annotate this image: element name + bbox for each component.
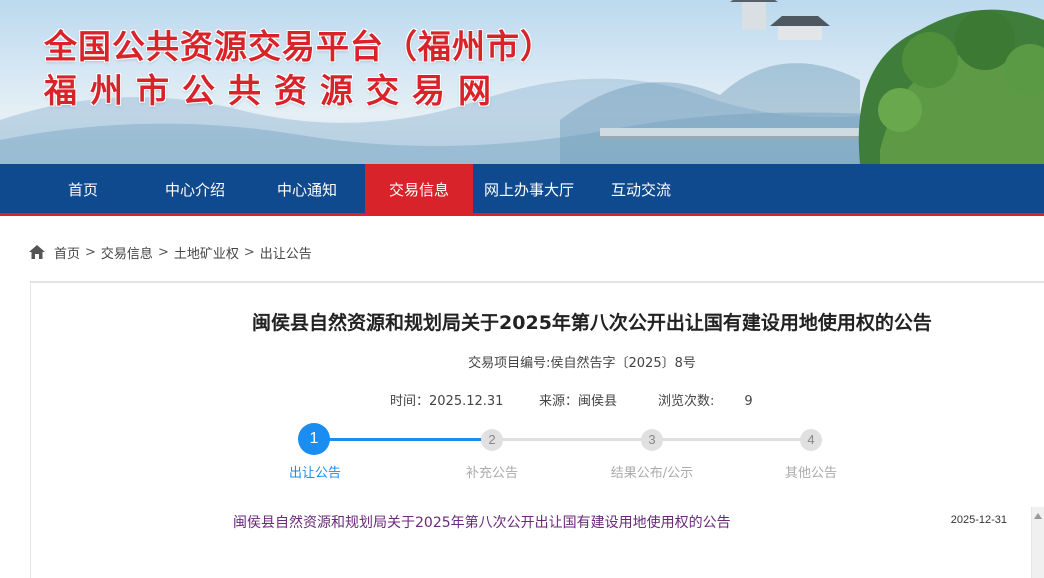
- step-2-label[interactable]: 补充公告: [466, 462, 518, 481]
- step-3-circle[interactable]: 3: [641, 429, 663, 451]
- breadcrumb-separator: >: [243, 244, 255, 260]
- breadcrumb: 首页 > 交易信息 > 土地矿业权 > 出让公告: [28, 242, 312, 262]
- nav-item-home[interactable]: 首页: [29, 164, 137, 216]
- main-nav: 首页 中心介绍 中心通知 交易信息 网上办事大厅 互动交流: [0, 164, 1044, 216]
- breadcrumb-separator: >: [85, 244, 96, 260]
- nav-item-online-hall[interactable]: 网上办事大厅: [475, 164, 583, 216]
- home-icon: [29, 245, 45, 259]
- banner-title-line1: 全国公共资源交易平台（福州市）: [44, 27, 554, 66]
- breadcrumb-transfer-notice[interactable]: 出让公告: [260, 243, 312, 262]
- breadcrumb-home[interactable]: 首页: [54, 243, 80, 262]
- scrollbar[interactable]: [1031, 507, 1044, 578]
- list-item-date: 2025-12-31: [950, 514, 1007, 526]
- step-2-circle[interactable]: 2: [481, 429, 503, 451]
- step-3-label[interactable]: 结果公布/公示: [611, 462, 693, 481]
- nav-item-trade-info[interactable]: 交易信息: [365, 164, 473, 216]
- meta-views: 浏览次数: 9: [658, 390, 753, 409]
- step-1-circle[interactable]: 1: [298, 423, 330, 455]
- breadcrumb-separator: >: [157, 244, 169, 260]
- nav-item-about[interactable]: 中心介绍: [141, 164, 249, 216]
- list-item-title[interactable]: 闽侯县自然资源和规划局关于2025年第八次公开出让国有建设用地使用权的公告: [233, 512, 731, 532]
- article-title: 闽侯县自然资源和规划局关于2025年第八次公开出让国有建设用地使用权的公告: [252, 312, 932, 334]
- banner-title-line2: 福州市公共资源交易网: [44, 71, 504, 110]
- step-4-circle[interactable]: 4: [800, 429, 822, 451]
- meta-time-label: 时间：: [390, 394, 430, 409]
- meta-source: 来源：闽侯县: [539, 390, 617, 409]
- meta-views-label: 浏览次数:: [658, 394, 715, 409]
- nav-item-interaction[interactable]: 互动交流: [587, 164, 695, 216]
- meta-time-value: 2025.12.31: [429, 394, 504, 409]
- site-banner: 全国公共资源交易平台（福州市） 福州市公共资源交易网: [0, 0, 1044, 164]
- meta-views-value: 9: [744, 394, 753, 409]
- breadcrumb-trade-info[interactable]: 交易信息: [101, 243, 153, 262]
- breadcrumb-land-mining[interactable]: 土地矿业权: [174, 243, 239, 262]
- project-number: 交易项目编号:侯自然告字〔2025〕8号: [468, 356, 696, 371]
- step-4-label[interactable]: 其他公告: [785, 462, 837, 481]
- nav-item-notices[interactable]: 中心通知: [253, 164, 361, 216]
- step-1-label[interactable]: 出让公告: [289, 462, 341, 481]
- meta-time: 时间：2025.12.31: [390, 390, 503, 409]
- list-item: 闽侯县自然资源和规划局关于2025年第八次公开出让国有建设用地使用权的公告 20…: [233, 512, 1023, 532]
- meta-source-value: 闽侯县: [578, 394, 618, 409]
- scroll-up-icon[interactable]: [1034, 513, 1042, 519]
- step-progress-line: [314, 438, 492, 441]
- meta-source-label: 来源：: [539, 394, 579, 409]
